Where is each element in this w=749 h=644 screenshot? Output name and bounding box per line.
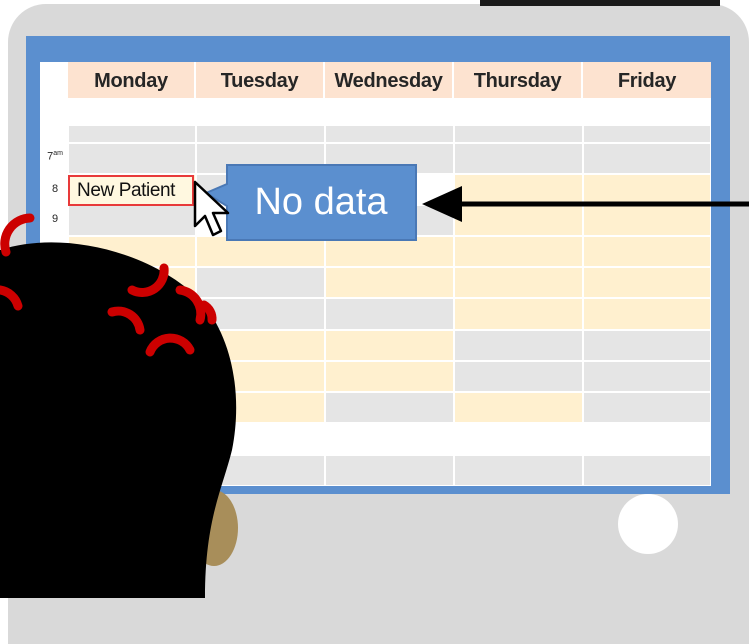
head (0, 242, 237, 598)
person-silhouette (0, 213, 238, 598)
